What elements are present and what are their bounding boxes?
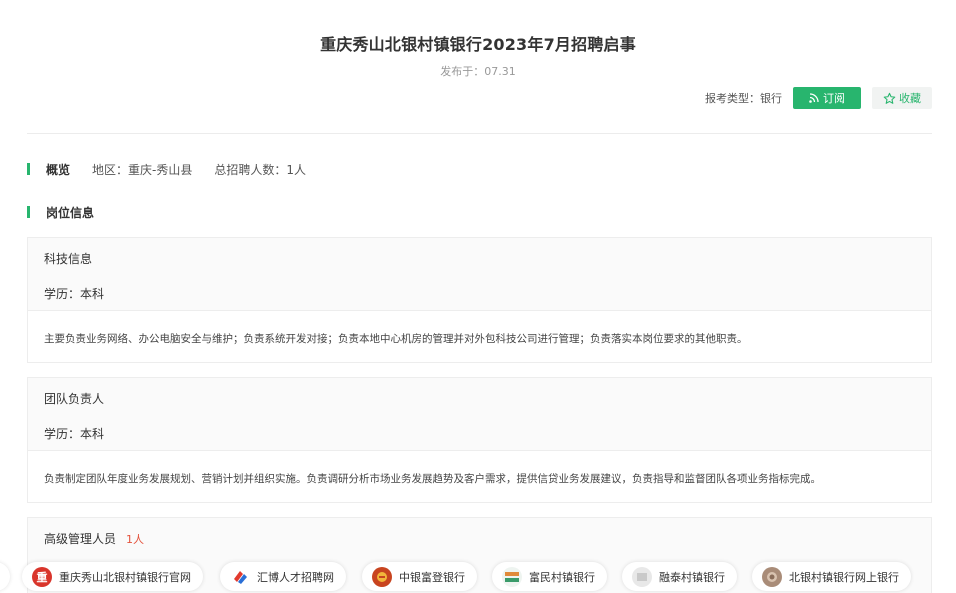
related-link-label: 汇博人才招聘网 [257,570,334,584]
positions-heading: 岗位信息 [46,205,95,220]
related-link[interactable]: 富民村镇银行 [492,562,607,591]
position-description: 负责制定团队年度业务发展规划、营销计划并组织实施。负责调研分析市场业务发展趋势及… [44,473,821,485]
position-education: 学历：本科 [44,427,105,441]
bank-logo-icon: 重 [32,566,52,587]
beiyin-logo-icon [762,566,782,587]
huibo-logo-icon [230,566,250,587]
position-count: 1人 [126,533,145,546]
position-card: 团队负责人 学历：本科 负责制定团队年度业务发展规划、营销计划并组织实施。负责调… [27,377,932,503]
fumin-logo-icon [502,566,522,587]
related-link-label: 北银村镇银行网上银行 [789,570,899,584]
rss-icon [809,93,819,103]
position-name: 科技信息 [44,252,93,266]
star-icon [883,92,896,104]
related-link[interactable]: 北银村镇银行网上银行 [752,562,911,591]
related-link-label: 融泰村镇银行 [659,570,725,584]
overview-region: 地区：重庆-秀山县 [92,162,193,177]
page-title: 重庆秀山北银村镇银行2023年7月招聘启事 [320,35,636,54]
rongtai-logo-icon [632,566,652,587]
related-link-label: 重庆秀山北银村镇银行官网 [59,570,191,584]
position-name: 高级管理人员 [44,532,117,546]
position-description-area: 主要负责业务网络、办公电脑安全与维护；负责系统开发对接；负责本地中心机房的管理并… [28,310,931,362]
job-posting-page: 重庆秀山北银村镇银行2023年7月招聘启事 发布于：07.31 报考类型：银行 … [0,0,956,593]
subscribe-label: 订阅 [823,92,845,105]
section-marker [27,163,30,175]
section-marker [27,206,30,218]
exam-type-label: 报考类型：银行 [705,92,782,105]
related-link[interactable]: 中银富登银行 [362,562,477,591]
header-actions: 报考类型：银行 订阅 收藏 [705,87,932,109]
position-description: 主要负责业务网络、办公电脑安全与维护；负责系统开发对接；负责本地中心机房的管理并… [44,333,748,345]
related-link-label: 富民村镇银行 [529,570,595,584]
header-divider [27,133,932,134]
position-name: 团队负责人 [44,392,105,406]
subscribe-button[interactable]: 订阅 [793,87,861,109]
position-education: 学历：本科 [44,287,105,301]
position-description-area: 负责制定团队年度业务发展规划、营销计划并组织实施。负责调研分析市场业务发展趋势及… [28,450,931,502]
overview-section: 概览 地区：重庆-秀山县 总招聘人数：1人 [27,162,306,177]
position-card: 科技信息 学历：本科 主要负责业务网络、办公电脑安全与维护；负责系统开发对接；负… [27,237,932,363]
overview-heading: 概览 [46,162,71,177]
position-name-row: 高级管理人员 1人 [44,530,144,547]
publish-date: 发布于：07.31 [440,65,516,78]
related-link[interactable]: 汇博人才招聘网 [220,562,346,591]
related-link[interactable]: 重 重庆秀山北银村镇银行官网 [22,562,203,591]
zhongyin-logo-icon [372,566,392,587]
related-link-label: 中银富登银行 [399,570,465,584]
overview-total: 总招聘人数：1人 [214,162,306,177]
related-link[interactable]: 融泰村镇银行 [622,562,737,591]
positions-section: 岗位信息 [27,205,95,220]
related-link-partial[interactable] [0,562,10,591]
favorite-button[interactable]: 收藏 [872,87,932,109]
related-links-bar: 重 重庆秀山北银村镇银行官网 汇博人才招聘网 中银富登银行 富民村镇银行 融泰村… [0,560,956,593]
favorite-label: 收藏 [899,92,921,105]
